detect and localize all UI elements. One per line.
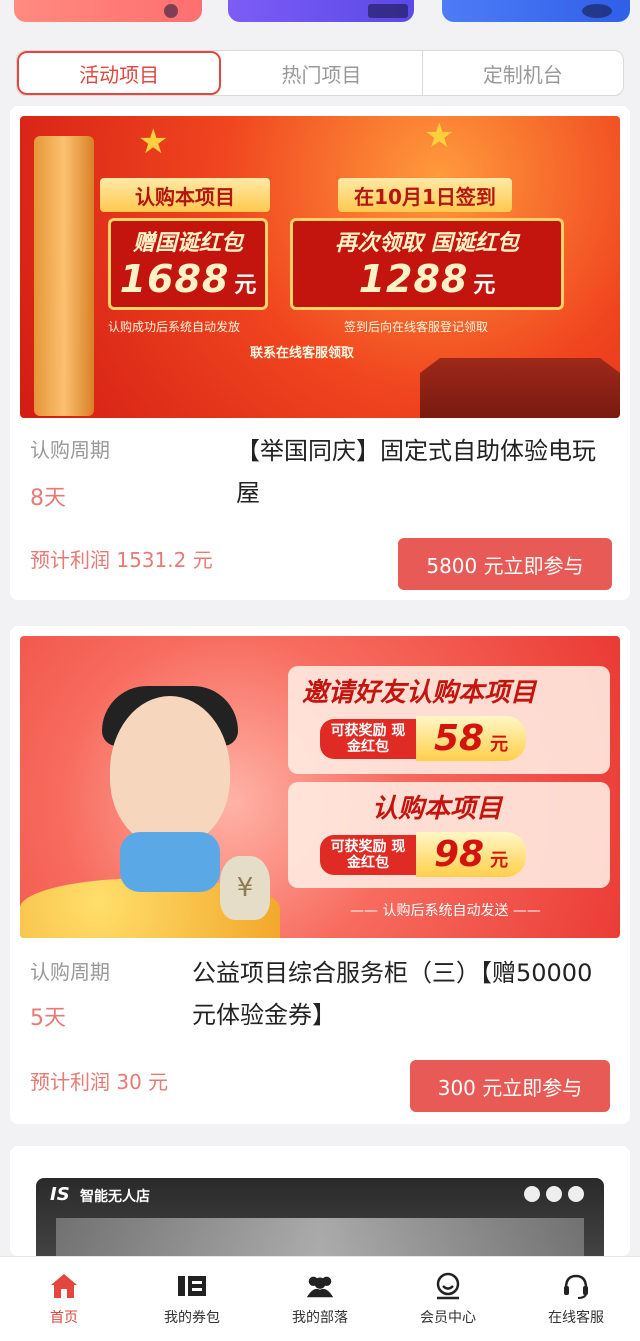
machine-icon bbox=[368, 4, 408, 18]
top-banner-2[interactable] bbox=[228, 0, 414, 22]
group-icon bbox=[304, 1271, 336, 1301]
reward-row-2: 可获奖励 现金红包 98 元 bbox=[320, 832, 527, 877]
nav-label: 我的部落 bbox=[292, 1310, 348, 1326]
red-packet-box-right: 再次领取 国诞红包 1288 元 bbox=[290, 218, 564, 310]
expected-profit: 预计利润 1531.2 元 bbox=[30, 548, 213, 572]
nav-customer-service[interactable]: 在线客服 bbox=[512, 1257, 640, 1341]
project-card[interactable]: ¥ 邀请好友认购本项目 可获奖励 现金红包 58 元 认购本项目 可获奖励 现金红… bbox=[10, 626, 630, 1124]
period-label: 认购周期 bbox=[30, 960, 110, 984]
money-bag-icon: ¥ bbox=[220, 856, 270, 920]
store-brand: 智能无人店 bbox=[80, 1189, 150, 1205]
star-icon: ★ bbox=[138, 122, 169, 162]
balloon-icon bbox=[164, 4, 178, 18]
banner-ribbon-right: 在10月1日签到 bbox=[338, 178, 512, 212]
red-packet-box-left: 赠国诞红包 1688 元 bbox=[108, 218, 268, 310]
period-label: 认购周期 bbox=[30, 438, 110, 462]
join-now-button[interactable]: 5800 元立即参与 bbox=[398, 538, 612, 590]
nav-coupons[interactable]: 我的券包 bbox=[128, 1257, 256, 1341]
reward-tag: 可获奖励 现金红包 bbox=[320, 718, 416, 759]
reward-tag: 可获奖励 现金红包 bbox=[320, 834, 416, 875]
banner-note-left: 认购成功后系统自动发放 bbox=[108, 320, 241, 334]
coupon-icon bbox=[176, 1271, 208, 1301]
box-right-unit: 元 bbox=[473, 273, 496, 298]
banner-note-right: 签到后向在线客服登记领取 bbox=[344, 320, 489, 334]
cartoon-man-image bbox=[110, 696, 230, 846]
project-title[interactable]: 【举国同庆】固定式自助体验电玩屋 bbox=[236, 430, 616, 514]
home-icon bbox=[48, 1271, 80, 1301]
nav-home[interactable]: 首页 bbox=[0, 1257, 128, 1341]
tab-custom-machines[interactable]: 定制机台 bbox=[423, 51, 623, 95]
reward-unit: 元 bbox=[490, 734, 509, 755]
banner-footer: —— 认购后系统自动发送 —— bbox=[350, 903, 541, 919]
banner-headline-1: 邀请好友认购本项目 bbox=[302, 678, 537, 708]
box-right-amount: 1288 bbox=[358, 257, 469, 301]
store-window bbox=[56, 1218, 584, 1256]
reward-amount-2: 98 bbox=[434, 834, 485, 875]
period-value: 8天 bbox=[30, 486, 66, 511]
nav-label: 我的券包 bbox=[164, 1310, 220, 1326]
box-left-amount: 1688 bbox=[119, 257, 230, 301]
project-card[interactable]: IS 智能无人店 bbox=[10, 1146, 630, 1256]
category-tabs: 活动项目 热门项目 定制机台 bbox=[16, 50, 624, 96]
member-icon bbox=[432, 1271, 464, 1301]
store-preview-image[interactable]: IS 智能无人店 bbox=[36, 1178, 604, 1256]
project-banner-national-day[interactable]: ★ ★ 认购本项目 赠国诞红包 1688 元 认购成功后系统自动发放 在10月1… bbox=[20, 116, 620, 418]
bottom-nav: 首页 我的券包 我的部落 会员中心 在线客服 bbox=[0, 1256, 640, 1341]
box-right-title: 再次领取 国诞红包 bbox=[335, 231, 519, 256]
huabiao-pillar-image bbox=[34, 136, 94, 416]
store-logo: IS bbox=[50, 1184, 70, 1205]
person-icon bbox=[582, 4, 612, 18]
top-banner-1[interactable] bbox=[14, 0, 202, 22]
reward-row-1: 可获奖励 现金红包 58 元 bbox=[320, 716, 527, 761]
join-now-button[interactable]: 300 元立即参与 bbox=[410, 1060, 610, 1112]
banner-headline-2: 认购本项目 bbox=[372, 794, 503, 824]
nav-member-center[interactable]: 会员中心 bbox=[384, 1257, 512, 1341]
expected-profit: 预计利润 30 元 bbox=[30, 1070, 169, 1094]
tab-activity-projects[interactable]: 活动项目 bbox=[17, 51, 222, 95]
nav-label: 在线客服 bbox=[548, 1310, 604, 1326]
project-banner-invite[interactable]: ¥ 邀请好友认购本项目 可获奖励 现金红包 58 元 认购本项目 可获奖励 现金红… bbox=[20, 636, 620, 938]
cartoon-shirt bbox=[120, 832, 220, 892]
period-value: 5天 bbox=[30, 1006, 66, 1031]
reward-amount-1: 58 bbox=[434, 718, 485, 759]
star-icon: ★ bbox=[424, 116, 455, 156]
project-title[interactable]: 公益项目综合服务柜（三）【赠50000元体验金券】 bbox=[192, 952, 612, 1036]
headset-icon bbox=[560, 1271, 592, 1301]
top-banner-strip bbox=[0, 0, 640, 30]
box-left-title: 赠国诞红包 bbox=[132, 231, 243, 256]
nav-tribe[interactable]: 我的部落 bbox=[256, 1257, 384, 1341]
nav-label: 会员中心 bbox=[420, 1310, 476, 1326]
store-status-icons bbox=[524, 1186, 584, 1202]
nav-label: 首页 bbox=[50, 1310, 78, 1326]
project-card[interactable]: ★ ★ 认购本项目 赠国诞红包 1688 元 认购成功后系统自动发放 在10月1… bbox=[10, 106, 630, 600]
box-left-unit: 元 bbox=[234, 273, 257, 298]
reward-unit: 元 bbox=[490, 850, 509, 871]
tab-hot-projects[interactable]: 热门项目 bbox=[221, 51, 423, 95]
top-banner-3[interactable] bbox=[442, 0, 630, 22]
banner-footer: 联系在线客服领取 bbox=[250, 346, 355, 361]
banner-ribbon-left: 认购本项目 bbox=[100, 178, 270, 212]
